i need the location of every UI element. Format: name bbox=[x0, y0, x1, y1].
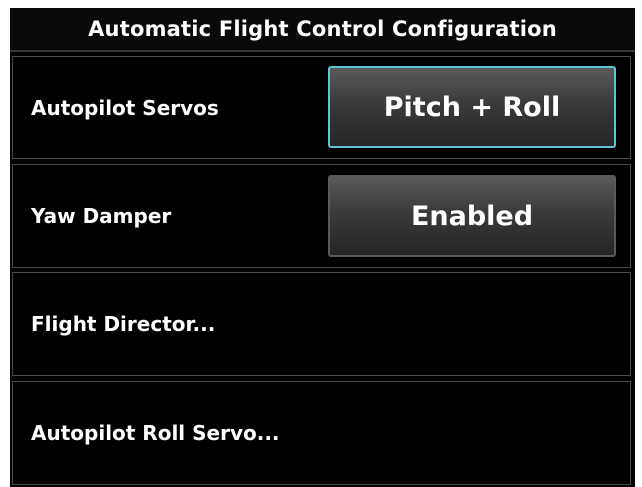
flight-director-label: Flight Director... bbox=[31, 312, 216, 336]
row-autopilot-servos: Autopilot Servos Pitch + Roll bbox=[12, 56, 631, 159]
autopilot-roll-servo-button[interactable]: Autopilot Roll Servo... bbox=[12, 381, 631, 485]
yaw-damper-value: Enabled bbox=[410, 200, 534, 232]
autopilot-servos-value: Pitch + Roll bbox=[383, 91, 561, 123]
autopilot-servos-label: Autopilot Servos bbox=[31, 95, 219, 120]
flight-director-button[interactable]: Flight Director... bbox=[12, 272, 631, 376]
autopilot-roll-servo-label: Autopilot Roll Servo... bbox=[31, 421, 280, 445]
row-yaw-damper: Yaw Damper Enabled bbox=[12, 164, 631, 268]
title-bar: Automatic Flight Control Configuration bbox=[10, 8, 635, 52]
page-title: Automatic Flight Control Configuration bbox=[88, 17, 557, 41]
yaw-damper-label: Yaw Damper bbox=[31, 204, 172, 228]
yaw-damper-button[interactable]: Enabled bbox=[328, 175, 616, 257]
autopilot-servos-button[interactable]: Pitch + Roll bbox=[328, 66, 616, 148]
afc-config-screen: Automatic Flight Control Configuration A… bbox=[10, 8, 635, 487]
